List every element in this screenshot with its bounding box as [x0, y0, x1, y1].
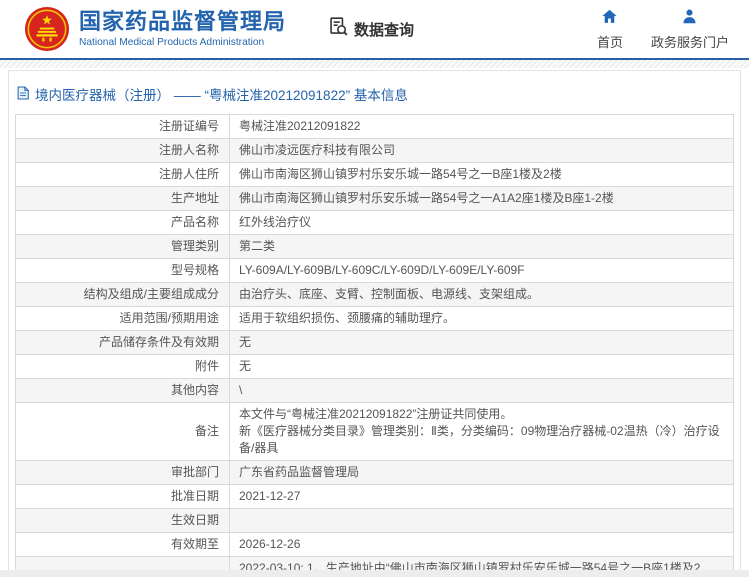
table-row: 备注 本文件与“粤械注准20212091822”注册证共同使用。 新《医疗器械分…: [16, 403, 733, 461]
nav-gov-portal-label: 政务服务门户: [651, 32, 729, 51]
row-label: 生产地址: [16, 187, 229, 210]
row-value: 佛山市南海区狮山镇罗村乐安乐城一路54号之一B座1楼及2楼: [229, 163, 733, 186]
table-row: 适用范围/预期用途 适用于软组织损伤、颈腰痛的辅助理疗。: [16, 307, 733, 331]
row-label: 注册人名称: [16, 139, 229, 162]
row-value: 广东省药品监督管理局: [229, 461, 733, 484]
stripe-divider: [0, 60, 749, 68]
row-value: [229, 509, 733, 532]
breadcrumb-text: 境内医疗器械（注册） —— “粤械注准20212091822” 基本信息: [35, 84, 408, 104]
row-value: 无: [229, 331, 733, 354]
table-row: 审批部门 广东省药品监督管理局: [16, 461, 733, 485]
row-label: 批准日期: [16, 485, 229, 508]
header-nav: 首页 政务服务门户: [597, 8, 735, 51]
page-icon: [17, 86, 29, 103]
table-row: 生效日期: [16, 509, 733, 533]
row-label: 备注: [16, 403, 229, 460]
table-row: 注册人住所 佛山市南海区狮山镇罗村乐安乐城一路54号之一B座1楼及2楼: [16, 163, 733, 187]
content-box: 境内医疗器械（注册） —— “粤械注准20212091822” 基本信息 注册证…: [8, 70, 741, 577]
page-bottom-strip: [0, 570, 749, 577]
document-search-icon: [328, 16, 349, 42]
nav-home[interactable]: 首页: [597, 8, 623, 51]
row-value: 佛山市凌远医疗科技有限公司: [229, 139, 733, 162]
nav-home-label: 首页: [597, 32, 623, 51]
row-label: 注册证编号: [16, 115, 229, 138]
row-value: 红外线治疗仪: [229, 211, 733, 234]
agency-logo: 国家药品监督管理局 National Medical Products Admi…: [24, 6, 286, 52]
nav-gov-portal[interactable]: 政务服务门户: [651, 8, 729, 51]
breadcrumb: 境内医疗器械（注册） —— “粤械注准20212091822” 基本信息: [15, 80, 734, 114]
table-row: 型号规格 LY-609A/LY-609B/LY-609C/LY-609D/LY-…: [16, 259, 733, 283]
data-query-label: 数据查询: [354, 19, 414, 40]
row-label: 有效期至: [16, 533, 229, 556]
row-label: 审批部门: [16, 461, 229, 484]
national-emblem-icon: [24, 6, 70, 52]
table-row: 注册证编号 粤械注准20212091822: [16, 115, 733, 139]
table-row: 有效期至 2026-12-26: [16, 533, 733, 557]
person-icon: [681, 8, 698, 30]
row-label: 管理类别: [16, 235, 229, 258]
data-query-button[interactable]: 数据查询: [328, 16, 414, 42]
row-value: 粤械注准20212091822: [229, 115, 733, 138]
table-row: 产品名称 红外线治疗仪: [16, 211, 733, 235]
row-value: 第二类: [229, 235, 733, 258]
row-label: 结构及组成/主要组成成分: [16, 283, 229, 306]
table-row: 注册人名称 佛山市凌远医疗科技有限公司: [16, 139, 733, 163]
row-label: 注册人住所: [16, 163, 229, 186]
row-label: 型号规格: [16, 259, 229, 282]
table-row: 批准日期 2021-12-27: [16, 485, 733, 509]
table-row: 结构及组成/主要组成成分 由治疗头、底座、支臂、控制面板、电源线、支架组成。: [16, 283, 733, 307]
row-value: \: [229, 379, 733, 402]
row-label: 生效日期: [16, 509, 229, 532]
row-label: 产品名称: [16, 211, 229, 234]
row-value: 2026-12-26: [229, 533, 733, 556]
table-row: 生产地址 佛山市南海区狮山镇罗村乐安乐城一路54号之一A1A2座1楼及B座1-2…: [16, 187, 733, 211]
org-name-en: National Medical Products Administration: [79, 37, 286, 48]
registration-info-table: 注册证编号 粤械注准20212091822 注册人名称 佛山市凌远医疗科技有限公…: [15, 114, 734, 577]
row-label: 产品储存条件及有效期: [16, 331, 229, 354]
org-name-zh: 国家药品监督管理局: [79, 10, 286, 34]
table-row: 其他内容 \: [16, 379, 733, 403]
row-value: LY-609A/LY-609B/LY-609C/LY-609D/LY-609E/…: [229, 259, 733, 282]
row-label: 附件: [16, 355, 229, 378]
site-header: 国家药品监督管理局 National Medical Products Admi…: [0, 0, 749, 60]
row-value: 无: [229, 355, 733, 378]
table-row: 产品储存条件及有效期 无: [16, 331, 733, 355]
row-value: 2021-12-27: [229, 485, 733, 508]
row-value: 本文件与“粤械注准20212091822”注册证共同使用。 新《医疗器械分类目录…: [229, 403, 733, 460]
table-row: 管理类别 第二类: [16, 235, 733, 259]
row-label: 其他内容: [16, 379, 229, 402]
row-label: 适用范围/预期用途: [16, 307, 229, 330]
home-icon: [601, 8, 618, 30]
row-value: 佛山市南海区狮山镇罗村乐安乐城一路54号之一A1A2座1楼及B座1-2楼: [229, 187, 733, 210]
table-row: 附件 无: [16, 355, 733, 379]
row-value: 适用于软组织损伤、颈腰痛的辅助理疗。: [229, 307, 733, 330]
row-value: 由治疗头、底座、支臂、控制面板、电源线、支架组成。: [229, 283, 733, 306]
